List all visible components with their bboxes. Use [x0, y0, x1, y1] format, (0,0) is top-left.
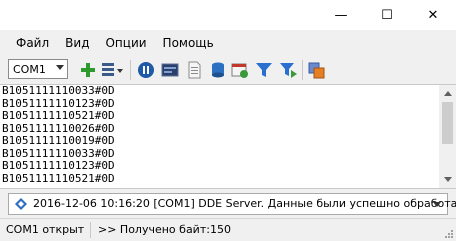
diamond-icon [15, 198, 27, 210]
output-line: B1051111110521#0D [2, 109, 115, 122]
log-message-dropdown[interactable]: 2016-12-06 10:16:20 [COM1] DDE Server. Д… [8, 193, 456, 215]
title-bar: — ☐ ✕ [0, 0, 456, 30]
received-data-output[interactable]: B1051111110033#0D B1051111110123#0D B105… [0, 84, 456, 189]
scroll-down-button[interactable] [439, 171, 456, 188]
copy-icon[interactable] [306, 60, 326, 80]
output-line: B1051111110123#0D [2, 159, 115, 172]
maximize-icon: ☐ [381, 7, 393, 23]
resize-grip-icon[interactable] [444, 229, 454, 239]
port-select[interactable]: COM1 [8, 59, 68, 79]
database-icon[interactable] [208, 60, 228, 80]
maximize-button[interactable]: ☐ [364, 0, 410, 30]
pause-icon[interactable] [136, 60, 156, 80]
chevron-up-icon [443, 91, 452, 96]
chevron-down-icon [443, 177, 452, 182]
vertical-scrollbar[interactable] [439, 85, 456, 188]
output-line: B1051111110019#0D [2, 134, 115, 147]
options-menu-icon[interactable] [100, 60, 126, 80]
menu-file[interactable]: Файл [0, 36, 57, 50]
scroll-thumb[interactable] [442, 102, 453, 144]
menu-view[interactable]: Вид [57, 36, 97, 50]
document-icon[interactable] [184, 60, 204, 80]
port-select-value: COM1 [13, 63, 46, 76]
status-bar: COM1 открыт >> Получено байт:150 [0, 218, 456, 241]
add-icon[interactable] [78, 60, 98, 80]
toolbar-separator [130, 60, 131, 80]
filter-settings-icon[interactable] [278, 60, 298, 80]
close-icon: ✕ [427, 7, 439, 23]
schedule-icon[interactable] [230, 60, 250, 80]
toolbar: COM1 [0, 56, 456, 84]
output-line: B1051111110033#0D [2, 84, 115, 97]
scroll-up-button[interactable] [439, 85, 456, 102]
close-button[interactable]: ✕ [410, 0, 456, 30]
filter-icon[interactable] [254, 60, 274, 80]
minimize-button[interactable]: — [318, 0, 364, 30]
chevron-down-icon [433, 202, 441, 207]
chevron-down-icon [56, 65, 64, 70]
minimize-icon: — [334, 7, 348, 23]
output-line: B1051111110521#0D [2, 171, 115, 185]
terminal-icon[interactable] [160, 60, 180, 80]
toolbar-separator [302, 60, 303, 80]
bytes-received: >> Получено байт:150 [98, 223, 231, 236]
menu-help[interactable]: Помощь [155, 36, 222, 50]
output-lines: B1051111110033#0D B1051111110123#0D B105… [2, 85, 115, 185]
log-message: 2016-12-06 10:16:20 [COM1] DDE Server. Д… [33, 197, 456, 210]
menu-options[interactable]: Опции [97, 36, 154, 50]
port-status: COM1 открыт [6, 223, 85, 236]
menu-bar: Файл Вид Опции Помощь [0, 30, 456, 56]
status-divider [90, 222, 91, 238]
